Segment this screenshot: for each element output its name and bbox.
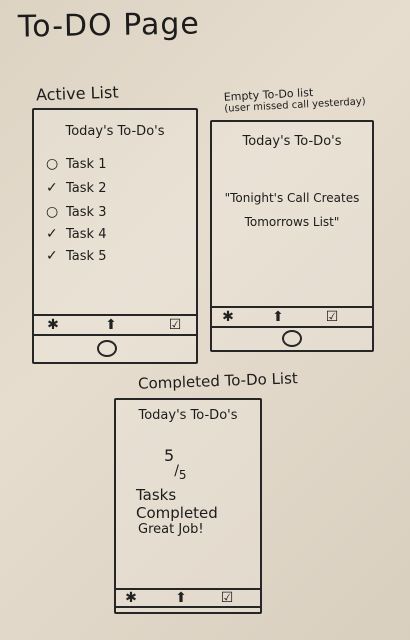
completed-count: 5/5: [164, 446, 187, 482]
checkbox-icon[interactable]: ☑: [160, 316, 190, 334]
count-total: 5: [178, 468, 187, 482]
task-label: Task 4: [66, 226, 107, 242]
home-button[interactable]: [282, 330, 302, 347]
tab-bar: ✱ ⬆ ☑: [34, 314, 196, 336]
home-button[interactable]: [97, 340, 117, 357]
checkbox-icon[interactable]: ☑: [214, 590, 240, 606]
active-list-header: Today's To-Do's: [65, 124, 165, 139]
up-arrow-icon[interactable]: ⬆: [96, 316, 126, 334]
task-item[interactable]: ✓ Task 4: [46, 226, 106, 242]
asterisk-icon[interactable]: ✱: [214, 308, 242, 326]
task-item[interactable]: ✓ Task 5: [46, 248, 106, 264]
checkmark-icon[interactable]: ✓: [46, 248, 60, 264]
task-label: Task 1: [66, 156, 107, 172]
checkmark-icon[interactable]: ✓: [46, 226, 60, 242]
unchecked-circle-icon[interactable]: ○: [46, 156, 60, 172]
checkbox-icon[interactable]: ☑: [318, 308, 346, 326]
completed-list-phone: Today's To-Do's 5/5 Tasks Completed Grea…: [114, 398, 262, 614]
task-item[interactable]: ○ Task 3: [46, 204, 106, 220]
up-arrow-icon[interactable]: ⬆: [264, 308, 292, 326]
empty-message-line2: Tomorrows List": [244, 215, 340, 229]
completed-list-header: Today's To-Do's: [138, 408, 238, 423]
task-item[interactable]: ○ Task 1: [46, 156, 106, 172]
empty-message: "Tonight's Call Creates Tomorrows List": [212, 186, 372, 234]
up-arrow-icon[interactable]: ⬆: [168, 590, 194, 606]
task-label: Task 3: [66, 204, 107, 220]
task-label: Task 5: [66, 248, 107, 264]
empty-list-phone: Today's To-Do's "Tonight's Call Creates …: [210, 120, 374, 352]
task-item[interactable]: ✓ Task 2: [46, 180, 106, 196]
asterisk-icon[interactable]: ✱: [118, 590, 144, 606]
empty-list-header: Today's To-Do's: [242, 134, 342, 149]
tasks-completed-title: Tasks Completed: [136, 486, 218, 522]
checkmark-icon[interactable]: ✓: [46, 180, 60, 196]
unchecked-circle-icon[interactable]: ○: [46, 204, 60, 220]
great-job-text: Great Job!: [138, 522, 204, 537]
count-done: 5: [164, 446, 175, 465]
empty-list-caption: Empty To-Do list (user missed call yeste…: [223, 84, 366, 115]
task-label: Task 2: [66, 180, 107, 196]
asterisk-icon[interactable]: ✱: [38, 316, 68, 334]
tab-bar: ✱ ⬆ ☑: [212, 306, 372, 328]
page-title: To-DO Page: [17, 6, 201, 45]
active-list-phone: Today's To-Do's ○ Task 1 ✓ Task 2 ○ Task…: [32, 108, 198, 364]
empty-message-line1: "Tonight's Call Creates: [224, 191, 360, 205]
active-list-caption: Active List: [35, 82, 119, 105]
completed-list-caption: Completed To-Do List: [137, 369, 299, 393]
tab-bar: ✱ ⬆ ☑: [116, 588, 260, 608]
